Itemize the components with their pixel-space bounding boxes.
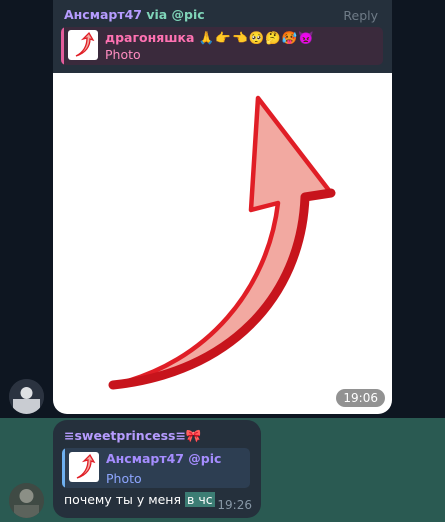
avatar[interactable] xyxy=(9,483,44,518)
photo-attachment[interactable]: 19:06 xyxy=(53,73,392,414)
search-highlight: в чс xyxy=(185,492,215,507)
avatar-photo-icon xyxy=(9,483,44,518)
reply-thumbnail xyxy=(69,452,99,482)
emoji-status: 🙏👉👈🥺🤔🥵👿 xyxy=(198,30,315,45)
reply-button[interactable]: Reply xyxy=(343,8,378,23)
message-text: почему ты у меня в чс xyxy=(64,492,215,507)
red-arrow-icon xyxy=(108,95,336,390)
reply-text: Photo xyxy=(105,47,141,62)
message-time: 19:06 xyxy=(336,389,385,407)
reply-preview[interactable]: драгоняшка 🙏👉👈🥺🤔🥵👿 Photo xyxy=(61,27,383,65)
reply-preview[interactable]: Ансмарт47 @pic Photo xyxy=(62,448,250,488)
message-bubble[interactable]: ≡sweetprincess≡🎀 Ансмарт47 @pic Photo по… xyxy=(53,420,261,518)
avatar[interactable] xyxy=(9,379,44,414)
avatar-photo-icon xyxy=(9,379,44,414)
reply-accent-bar xyxy=(61,27,64,65)
reply-accent-bar xyxy=(62,448,65,488)
sender-name[interactable]: ≡sweetprincess≡🎀 xyxy=(64,428,202,444)
message-time: 19:26 xyxy=(217,498,252,512)
sender-name[interactable]: Ансмарт47 via @pic xyxy=(64,7,205,22)
message-bubble[interactable]: Ансмарт47 via @pic Reply драгоняшка 🙏👉👈🥺… xyxy=(53,0,392,414)
via-bot-label[interactable]: via @pic xyxy=(146,7,204,22)
sender-name-text[interactable]: Ансмарт47 xyxy=(64,7,142,22)
reply-sender-name: драгоняшка 🙏👉👈🥺🤔🥵👿 xyxy=(105,30,315,46)
message-text-main: почему ты у меня xyxy=(64,492,182,507)
reply-thumbnail xyxy=(68,30,98,60)
reply-sender-name-text: драгоняшка xyxy=(105,30,195,45)
arrow-thumbnail-icon xyxy=(76,453,96,479)
arrow-thumbnail-icon xyxy=(75,31,95,57)
reply-text: Photo xyxy=(106,471,142,486)
reply-sender-name: Ансмарт47 @pic xyxy=(106,451,222,466)
